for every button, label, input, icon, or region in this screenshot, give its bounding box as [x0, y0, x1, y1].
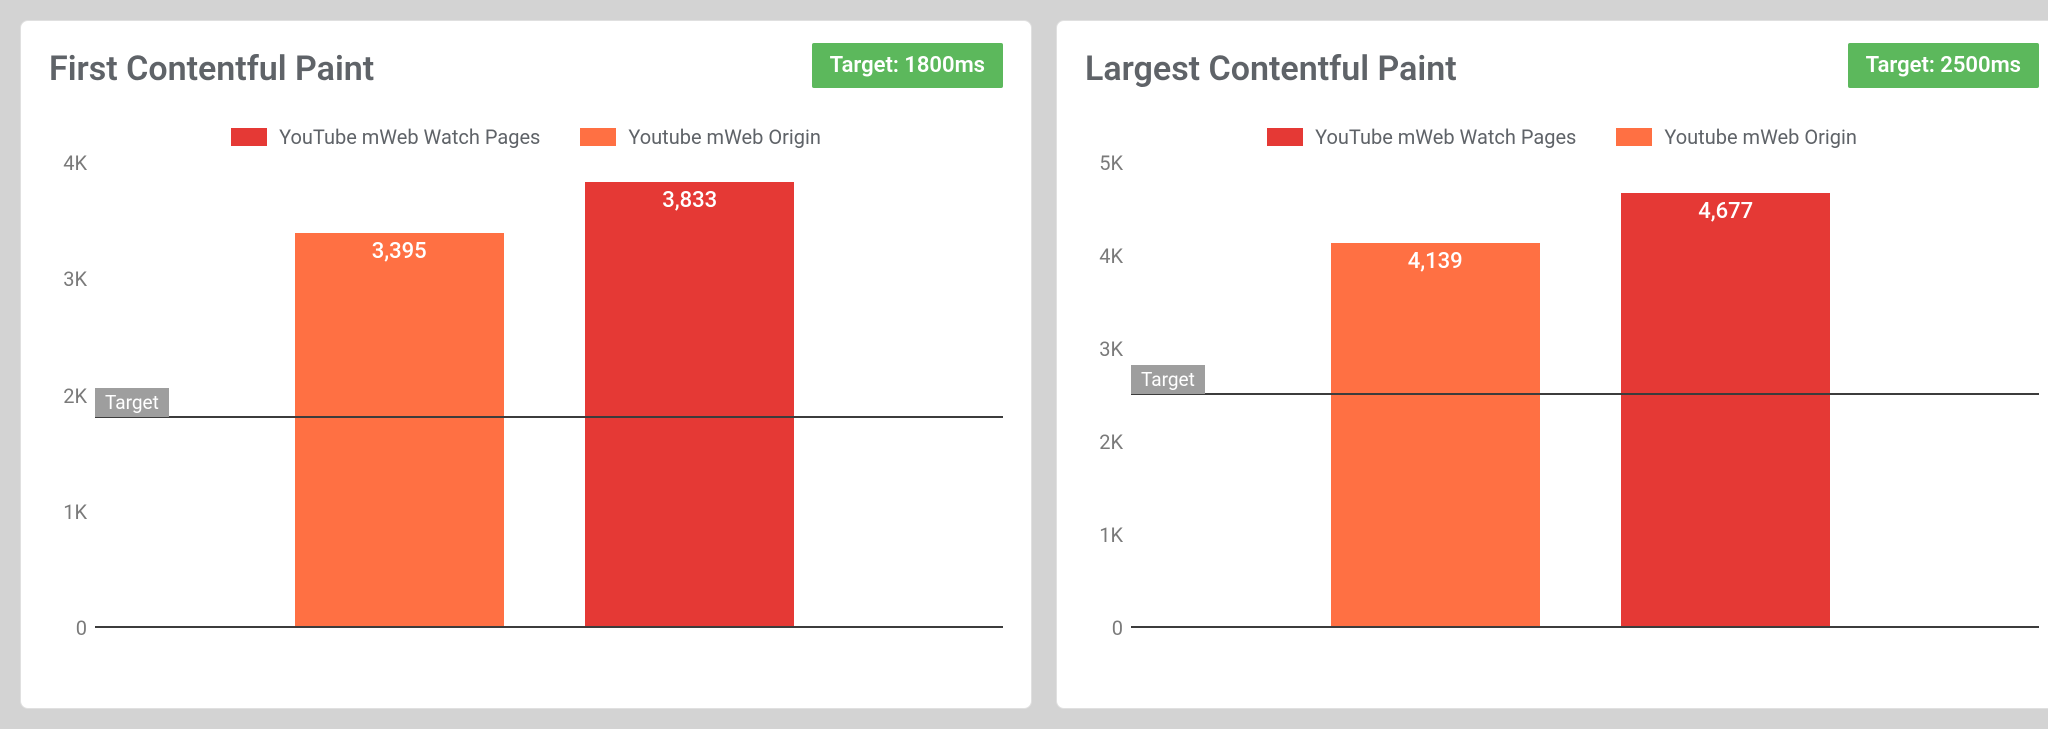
bar-value-label: 3,395 — [295, 239, 504, 264]
target-line: Target — [1131, 393, 2039, 395]
legend-swatch-icon — [1616, 128, 1652, 146]
y-tick: 1K — [63, 500, 87, 524]
y-axis: 0 1K 2K 3K 4K — [49, 163, 95, 628]
target-tag: Target — [95, 388, 169, 417]
y-axis: 0 1K 2K 3K 4K 5K — [1085, 163, 1131, 628]
legend-item: YouTube mWeb Watch Pages — [231, 125, 540, 149]
target-badge: Target: 2500ms — [1848, 43, 2039, 88]
y-tick: 0 — [1112, 616, 1123, 640]
legend-item: YouTube mWeb Watch Pages — [1267, 125, 1576, 149]
card-title: Largest Contentful Paint — [1085, 49, 1457, 89]
legend-label: Youtube mWeb Origin — [628, 125, 821, 149]
plot-area: 0 1K 2K 3K 4K 3,395 3,833 Target — [49, 163, 1003, 628]
bar-watch: 3,833 — [585, 182, 794, 626]
y-tick: 2K — [63, 384, 87, 408]
legend-swatch-icon — [580, 128, 616, 146]
bar-value-label: 4,139 — [1331, 249, 1540, 274]
plot: 4,139 4,677 Target — [1131, 163, 2039, 628]
legend-item: Youtube mWeb Origin — [580, 125, 821, 149]
plot-area: 0 1K 2K 3K 4K 5K 4,139 4,677 Target — [1085, 163, 2039, 628]
cards-container: First Contentful Paint Target: 1800ms Yo… — [20, 20, 2048, 709]
target-tag: Target — [1131, 365, 1205, 394]
chart-card-fcp: First Contentful Paint Target: 1800ms Yo… — [20, 20, 1032, 709]
legend-item: Youtube mWeb Origin — [1616, 125, 1857, 149]
legend-label: Youtube mWeb Origin — [1664, 125, 1857, 149]
legend: YouTube mWeb Watch Pages Youtube mWeb Or… — [49, 125, 1003, 149]
y-tick: 3K — [63, 267, 87, 291]
y-tick: 4K — [63, 151, 87, 175]
y-tick: 3K — [1099, 337, 1123, 361]
chart-card-lcp: Largest Contentful Paint Target: 2500ms … — [1056, 20, 2048, 709]
y-tick: 5K — [1099, 151, 1123, 175]
legend-swatch-icon — [1267, 128, 1303, 146]
bar-origin: 3,395 — [295, 233, 504, 626]
legend: YouTube mWeb Watch Pages Youtube mWeb Or… — [1085, 125, 2039, 149]
legend-label: YouTube mWeb Watch Pages — [1315, 125, 1576, 149]
legend-label: YouTube mWeb Watch Pages — [279, 125, 540, 149]
card-header: Largest Contentful Paint Target: 2500ms — [1085, 41, 2039, 89]
legend-swatch-icon — [231, 128, 267, 146]
y-tick: 4K — [1099, 244, 1123, 268]
target-badge: Target: 1800ms — [812, 43, 1003, 88]
card-title: First Contentful Paint — [49, 49, 374, 89]
bar-value-label: 4,677 — [1621, 199, 1830, 224]
y-tick: 1K — [1099, 523, 1123, 547]
bar-watch: 4,677 — [1621, 193, 1830, 626]
y-tick: 2K — [1099, 430, 1123, 454]
y-tick: 0 — [76, 616, 87, 640]
target-line: Target — [95, 416, 1003, 418]
bar-origin: 4,139 — [1331, 243, 1540, 626]
plot: 3,395 3,833 Target — [95, 163, 1003, 628]
bar-value-label: 3,833 — [585, 188, 794, 213]
card-header: First Contentful Paint Target: 1800ms — [49, 41, 1003, 89]
